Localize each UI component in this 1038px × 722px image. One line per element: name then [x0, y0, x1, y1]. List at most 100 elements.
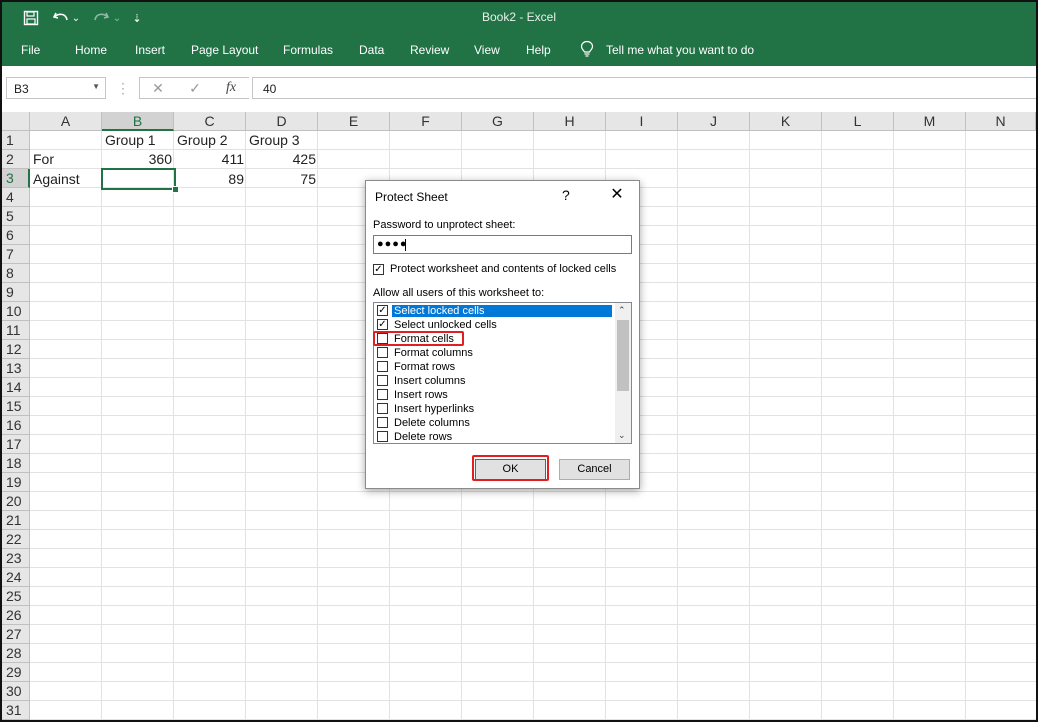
list-item[interactable]: Insert columns	[376, 374, 614, 388]
cell-c1[interactable]: Group 2	[177, 131, 228, 150]
column-header-l[interactable]: L	[822, 112, 894, 131]
row-header-27[interactable]: 27	[2, 625, 30, 644]
checkbox-select-unlocked[interactable]: ✓	[377, 319, 388, 330]
row-header-5[interactable]: 5	[2, 207, 30, 226]
row-header-29[interactable]: 29	[2, 663, 30, 682]
permissions-list[interactable]: ✓ Select locked cells ✓ Select unlocked …	[373, 302, 632, 444]
checkbox-select-locked[interactable]: ✓	[377, 305, 388, 316]
row-header-21[interactable]: 21	[2, 511, 30, 530]
row-header-10[interactable]: 10	[2, 302, 30, 321]
checkbox-insert-columns[interactable]	[377, 375, 388, 386]
cell-c2[interactable]: 411	[174, 150, 244, 169]
chevron-down-icon[interactable]: ▼	[92, 82, 100, 91]
list-item[interactable]: ✓ Select unlocked cells	[376, 318, 614, 332]
tab-home[interactable]: Home	[75, 43, 107, 57]
row-header-3[interactable]: 3	[2, 169, 30, 188]
column-header-c[interactable]: C	[174, 112, 246, 131]
row-header-8[interactable]: 8	[2, 264, 30, 283]
cell-a3[interactable]: Against	[33, 170, 80, 189]
list-item[interactable]: Delete rows	[376, 430, 614, 443]
cancel-formula-icon[interactable]: ✕	[148, 77, 168, 99]
column-header-d[interactable]: D	[246, 112, 318, 131]
row-header-25[interactable]: 25	[2, 587, 30, 606]
column-header-n[interactable]: N	[966, 112, 1036, 131]
cell-b2[interactable]: 360	[102, 150, 172, 169]
column-header-j[interactable]: J	[678, 112, 750, 131]
cell-d2[interactable]: 425	[246, 150, 316, 169]
scroll-up-icon[interactable]: ⌃	[618, 305, 626, 316]
row-header-22[interactable]: 22	[2, 530, 30, 549]
column-header-k[interactable]: K	[750, 112, 822, 131]
list-item[interactable]: Insert hyperlinks	[376, 402, 614, 416]
row-header-15[interactable]: 15	[2, 397, 30, 416]
cell-d3[interactable]: 75	[246, 170, 316, 189]
row-header-23[interactable]: 23	[2, 549, 30, 568]
column-header-a[interactable]: A	[30, 112, 102, 131]
column-header-i[interactable]: I	[606, 112, 678, 131]
lightbulb-icon[interactable]	[580, 40, 594, 61]
tell-me-search[interactable]: Tell me what you want to do	[606, 43, 754, 57]
list-item[interactable]: Delete columns	[376, 416, 614, 430]
enter-formula-icon[interactable]: ✓	[185, 77, 205, 99]
column-header-g[interactable]: G	[462, 112, 534, 131]
row-header-1[interactable]: 1	[2, 131, 30, 150]
row-header-17[interactable]: 17	[2, 435, 30, 454]
protect-worksheet-checkbox[interactable]: ✓	[373, 264, 384, 275]
row-header-28[interactable]: 28	[2, 644, 30, 663]
checkbox-format-rows[interactable]	[377, 361, 388, 372]
row-header-7[interactable]: 7	[2, 245, 30, 264]
row-header-12[interactable]: 12	[2, 340, 30, 359]
row-header-26[interactable]: 26	[2, 606, 30, 625]
cancel-button[interactable]: Cancel	[559, 459, 630, 480]
list-item[interactable]: ✓ Select locked cells	[376, 304, 614, 318]
checkbox-format-columns[interactable]	[377, 347, 388, 358]
row-header-14[interactable]: 14	[2, 378, 30, 397]
list-item[interactable]: Format columns	[376, 346, 614, 360]
list-scrollbar[interactable]: ⌃ ⌄	[615, 303, 631, 443]
row-header-13[interactable]: 13	[2, 359, 30, 378]
tab-view[interactable]: View	[474, 43, 500, 57]
checkbox-insert-hyperlinks[interactable]	[377, 403, 388, 414]
tab-insert[interactable]: Insert	[135, 43, 165, 57]
cell-b1[interactable]: Group 1	[105, 131, 156, 150]
tab-data[interactable]: Data	[359, 43, 384, 57]
password-field[interactable]: ●●●●	[373, 235, 632, 254]
tab-review[interactable]: Review	[410, 43, 449, 57]
select-all-corner[interactable]	[2, 112, 30, 131]
cell-d1[interactable]: Group 3	[249, 131, 300, 150]
tab-formulas[interactable]: Formulas	[283, 43, 333, 57]
row-header-4[interactable]: 4	[2, 188, 30, 207]
row-header-30[interactable]: 30	[2, 682, 30, 701]
row-header-19[interactable]: 19	[2, 473, 30, 492]
help-icon[interactable]: ?	[562, 187, 570, 203]
formula-input[interactable]: 40	[252, 77, 1036, 99]
scrollbar-thumb[interactable]	[617, 320, 629, 391]
row-header-31[interactable]: 31	[2, 701, 30, 720]
name-box[interactable]: B3 ▼	[6, 77, 106, 99]
tab-page-layout[interactable]: Page Layout	[191, 43, 258, 57]
insert-function-icon[interactable]: fx	[221, 77, 241, 99]
list-item[interactable]: Insert rows	[376, 388, 614, 402]
column-header-f[interactable]: F	[390, 112, 462, 131]
scroll-down-icon[interactable]: ⌄	[618, 430, 626, 441]
row-header-6[interactable]: 6	[2, 226, 30, 245]
checkbox-insert-rows[interactable]	[377, 389, 388, 400]
tab-help[interactable]: Help	[526, 43, 551, 57]
row-header-9[interactable]: 9	[2, 283, 30, 302]
row-header-18[interactable]: 18	[2, 454, 30, 473]
checkbox-delete-columns[interactable]	[377, 417, 388, 428]
row-header-2[interactable]: 2	[2, 150, 30, 169]
active-cell-b3[interactable]	[101, 168, 176, 190]
row-header-24[interactable]: 24	[2, 568, 30, 587]
cell-c3[interactable]: 89	[174, 170, 244, 189]
row-header-11[interactable]: 11	[2, 321, 30, 340]
column-header-m[interactable]: M	[894, 112, 966, 131]
column-header-b[interactable]: B	[102, 112, 174, 131]
column-header-h[interactable]: H	[534, 112, 606, 131]
row-header-20[interactable]: 20	[2, 492, 30, 511]
cell-a2[interactable]: For	[33, 150, 54, 169]
list-item[interactable]: Format rows	[376, 360, 614, 374]
checkbox-delete-rows[interactable]	[377, 431, 388, 442]
row-header-16[interactable]: 16	[2, 416, 30, 435]
column-header-e[interactable]: E	[318, 112, 390, 131]
